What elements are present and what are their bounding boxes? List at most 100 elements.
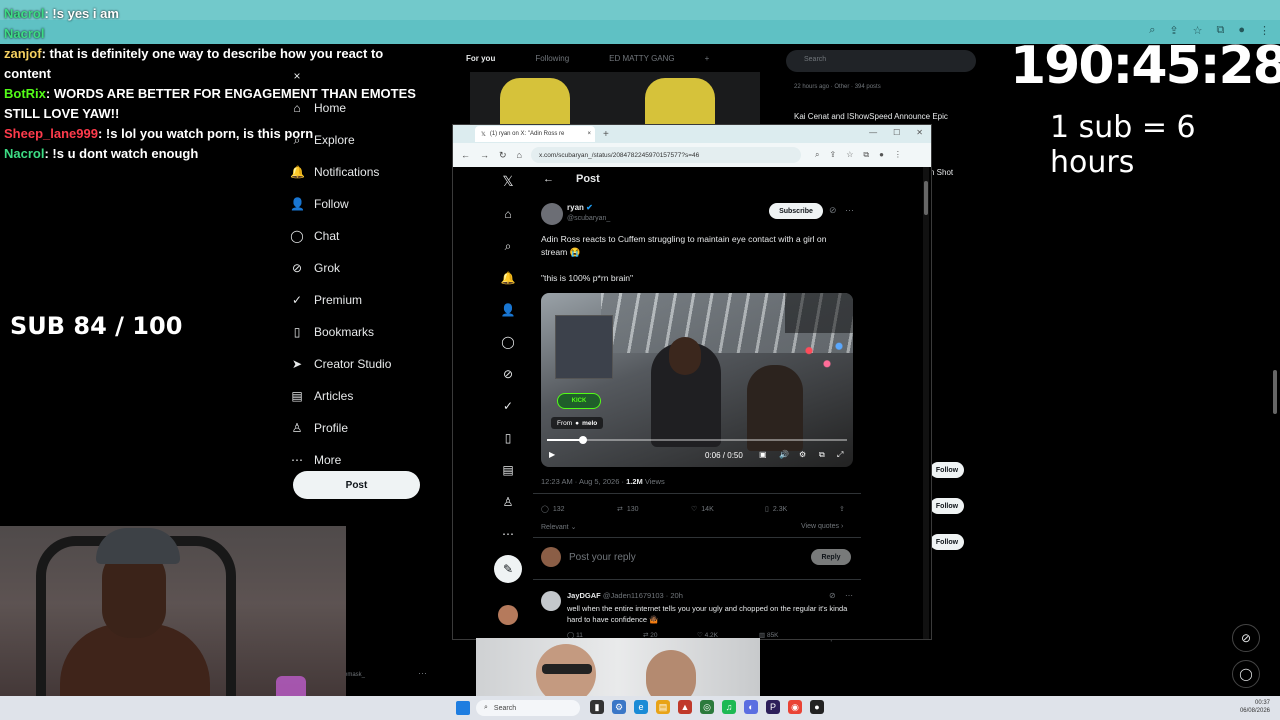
- follow-button[interactable]: Follow: [930, 462, 964, 478]
- avatar[interactable]: [541, 203, 563, 225]
- menu-icon[interactable]: ⋮: [894, 150, 902, 160]
- video-source-label[interactable]: From ● melo: [551, 417, 604, 429]
- avatar[interactable]: [498, 605, 518, 625]
- messages-icon[interactable]: ◯: [1232, 660, 1260, 688]
- bookmark-icon[interactable]: ▯: [493, 431, 523, 445]
- scrollbar[interactable]: [1273, 370, 1277, 414]
- view-quotes-link[interactable]: View quotes ›: [801, 523, 843, 530]
- more-icon[interactable]: ⋯: [845, 205, 854, 216]
- compose-icon[interactable]: ✎: [494, 555, 522, 583]
- back-icon[interactable]: ←: [543, 173, 554, 185]
- brave-icon[interactable]: ▲: [678, 700, 692, 714]
- profile-icon[interactable]: ●: [879, 150, 884, 160]
- search-input[interactable]: Search: [786, 50, 976, 72]
- edge-icon[interactable]: e: [634, 700, 648, 714]
- author-name[interactable]: ryan ✔: [567, 203, 593, 212]
- trend-title[interactable]: Kai Cenat and IShowSpeed Announce Epic: [794, 112, 948, 121]
- x-logo-icon[interactable]: 𝕏: [493, 173, 523, 190]
- discord-icon[interactable]: ◐: [744, 700, 758, 714]
- add-tab-button[interactable]: +: [705, 54, 710, 63]
- tab-ed-matty-gang[interactable]: ED MATTY GANG: [609, 54, 675, 63]
- close-window-icon[interactable]: ✕: [916, 128, 923, 137]
- reply-action[interactable]: ◯ 132: [541, 505, 565, 514]
- chat-message: content: [4, 64, 504, 84]
- close-icon[interactable]: ×: [587, 131, 591, 137]
- forward-icon[interactable]: →: [480, 150, 489, 161]
- comment-author[interactable]: JayDGAF @Jaden11679103 · 20h: [567, 591, 683, 600]
- sidebar-item-grok[interactable]: ⊘ Grok: [290, 252, 435, 284]
- author-handle[interactable]: @scubaryan_: [567, 215, 610, 222]
- grok-icon[interactable]: ⊘: [829, 591, 836, 600]
- search-icon[interactable]: ⌕: [493, 239, 523, 254]
- star-icon[interactable]: ☆: [846, 150, 853, 160]
- settings-icon[interactable]: ⚙: [612, 700, 626, 714]
- post-button[interactable]: Post: [293, 471, 420, 499]
- maximize-icon[interactable]: ☐: [893, 128, 900, 137]
- sidebar-item-articles[interactable]: ▤ Articles: [290, 380, 435, 412]
- spotify-icon[interactable]: ♫: [722, 700, 736, 714]
- like-action[interactable]: ♡ 14K: [691, 505, 714, 514]
- grok-icon[interactable]: ⊘: [493, 367, 523, 381]
- taskbar-search[interactable]: ⌕ Search: [476, 700, 580, 716]
- sidebar-item-bookmarks[interactable]: ▯ Bookmarks: [290, 316, 435, 348]
- sidebar-item-follow[interactable]: 👤 Follow: [290, 188, 435, 220]
- chrome-icon[interactable]: ◉: [788, 700, 802, 714]
- home-icon[interactable]: ⌂: [517, 150, 522, 161]
- follow-button[interactable]: Follow: [930, 534, 964, 550]
- sidebar-item-creator-studio[interactable]: ➤ Creator Studio: [290, 348, 435, 380]
- premium-icon[interactable]: ✓: [493, 399, 523, 413]
- video-scrubber[interactable]: [579, 436, 587, 444]
- more-icon[interactable]: ⋯: [845, 591, 853, 600]
- windows-start-icon[interactable]: [456, 701, 470, 715]
- pip-icon[interactable]: ⧉: [819, 450, 825, 460]
- sidebar-item-profile[interactable]: ♙ Profile: [290, 412, 435, 444]
- settings-icon[interactable]: ⚙: [799, 450, 806, 459]
- follow-button[interactable]: Follow: [930, 498, 964, 514]
- taskbar-clock[interactable]: 00:37 06/08/2026: [1240, 699, 1270, 715]
- tab-following[interactable]: Following: [535, 54, 569, 63]
- reload-icon[interactable]: ↻: [499, 150, 507, 161]
- sidebar-item-premium[interactable]: ✓ Premium: [290, 284, 435, 316]
- premiere-icon[interactable]: P: [766, 700, 780, 714]
- extension-icon[interactable]: ⧉: [863, 150, 869, 160]
- repost-action[interactable]: ⇄ 130: [617, 505, 639, 514]
- bell-icon[interactable]: 🔔: [493, 271, 523, 285]
- zoom-icon[interactable]: ⌕: [815, 150, 819, 160]
- more-icon[interactable]: ⋯: [418, 668, 427, 679]
- home-icon[interactable]: ⌂: [493, 207, 523, 221]
- profile-icon[interactable]: ♙: [493, 495, 523, 509]
- file-explorer-icon[interactable]: ▤: [656, 700, 670, 714]
- volume-icon[interactable]: 🔊: [779, 450, 789, 459]
- address-bar[interactable]: x.com/scubaryan_/status/2084782245970157…: [531, 147, 801, 163]
- share-action[interactable]: ⇪: [839, 505, 845, 513]
- scrollbar[interactable]: [923, 167, 929, 639]
- minimize-icon[interactable]: —: [869, 128, 877, 137]
- scrollbar-thumb[interactable]: [924, 181, 928, 215]
- new-tab-button[interactable]: +: [603, 129, 609, 140]
- reply-input[interactable]: Post your reply: [569, 552, 636, 563]
- sort-dropdown[interactable]: Relevant ⌄: [541, 523, 576, 531]
- play-icon[interactable]: ▶: [549, 450, 555, 459]
- fullscreen-icon[interactable]: ⤢: [837, 450, 843, 460]
- more-icon[interactable]: ⋯: [493, 527, 523, 541]
- bookmark-action[interactable]: ▯ 2.3K: [765, 505, 787, 514]
- captions-icon[interactable]: ▣: [759, 450, 767, 459]
- views-action[interactable]: ▥ 85K: [759, 631, 779, 639]
- sidebar-item-chat[interactable]: ◯ Chat: [290, 220, 435, 252]
- reply-button[interactable]: Reply: [811, 549, 851, 565]
- grok-icon[interactable]: ⊘: [1232, 624, 1260, 652]
- person-add-icon[interactable]: 👤: [493, 303, 523, 317]
- article-icon[interactable]: ▤: [493, 463, 523, 477]
- grok-icon[interactable]: ⊘: [829, 205, 837, 216]
- avatar[interactable]: [541, 591, 561, 611]
- xbox-icon[interactable]: ◎: [700, 700, 714, 714]
- task-view-icon[interactable]: ▮: [590, 700, 604, 714]
- video-progress-bar[interactable]: [547, 436, 847, 444]
- chat-icon[interactable]: ◯: [493, 335, 523, 349]
- obs-icon[interactable]: ●: [810, 700, 824, 714]
- back-icon[interactable]: ←: [461, 150, 470, 161]
- share-icon[interactable]: ⇪: [829, 150, 836, 160]
- video-player[interactable]: KICK From ● melo ▶ 0:06 / 0:50 ▣ 🔊 ⚙ ⧉ ⤢: [541, 293, 853, 467]
- browser-tab[interactable]: 𝕏 (1) ryan on X: "Adin Ross re ×: [475, 126, 595, 142]
- subscribe-button[interactable]: Subscribe: [769, 203, 823, 219]
